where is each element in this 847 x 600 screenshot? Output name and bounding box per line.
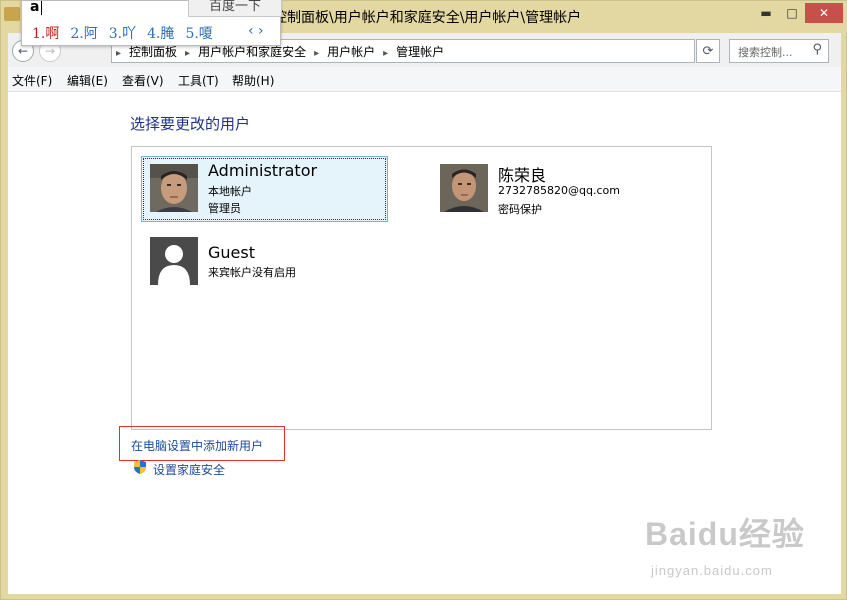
minimize-button[interactable]: ▬ (753, 3, 779, 23)
search-placeholder: 搜索控制... (738, 46, 793, 59)
crumb-user-accounts[interactable]: 用户帐户 (327, 45, 375, 59)
menu-help[interactable]: 帮助(H) (232, 72, 274, 89)
menu-file[interactable]: 文件(F) (12, 72, 52, 89)
account-name: 陈荣良 (498, 166, 547, 185)
ime-candidate[interactable]: 5.嗄 (185, 26, 212, 42)
search-input[interactable]: 搜索控制... ⚲ (729, 39, 829, 63)
account-type: 本地帐户 (208, 185, 252, 198)
ime-candidate[interactable]: 1.啊 (32, 26, 59, 42)
account-name: Administrator (208, 161, 318, 180)
account-name: Guest (208, 243, 255, 262)
menu-tools[interactable]: 工具(T) (178, 72, 219, 89)
refresh-button[interactable]: ⟳ (696, 39, 720, 63)
menu-view[interactable]: 查看(V) (122, 72, 164, 89)
baidu-search-button[interactable]: 百度一下 (188, 0, 282, 17)
crumb-control-panel[interactable]: 控制面板 (129, 45, 177, 59)
account-status: 密码保护 (498, 203, 542, 216)
avatar (150, 164, 198, 212)
refresh-icon: ⟳ (702, 43, 714, 59)
ime-candidate[interactable]: 3.吖 (109, 26, 136, 42)
add-new-user-link[interactable]: 在电脑设置中添加新用户 (131, 437, 263, 454)
crumb-separator-icon: ▸ (383, 48, 389, 59)
account-guest[interactable]: Guest 来宾帐户没有启用 (141, 232, 386, 296)
maximize-button[interactable]: □ (779, 3, 805, 23)
ime-candidate[interactable]: 4.腌 (147, 26, 174, 42)
account-role: 管理员 (208, 202, 241, 215)
search-icon: ⚲ (812, 42, 822, 57)
crumb-separator-icon: ▸ (314, 48, 320, 59)
crumb-manage-accounts[interactable]: 管理帐户 (396, 45, 444, 59)
crumb-separator-icon: ▸ (185, 48, 191, 59)
ime-candidate[interactable]: 2.阿 (70, 26, 97, 42)
family-safety-link[interactable]: 设置家庭安全 (153, 461, 225, 478)
window-title: 控制面板\用户帐户和家庭安全\用户帐户\管理帐户 (273, 10, 582, 26)
account-status: 来宾帐户没有启用 (208, 266, 296, 279)
ime-composition-text: a (30, 0, 40, 15)
back-arrow-icon: ← (17, 44, 29, 58)
account-administrator[interactable]: Administrator 本地帐户 管理员 (141, 156, 388, 222)
account-chen-rongliang[interactable]: 陈荣良 2732785820@qq.com 密码保护 (439, 156, 684, 220)
uac-shield-icon (132, 459, 148, 475)
account-email: 2732785820@qq.com (498, 184, 620, 197)
window-frame: 控制面板\用户帐户和家庭安全\用户帐户\管理帐户 ▬ □ ✕ ← → ▸ 控制面板… (0, 0, 847, 600)
page-title: 选择要更改的用户 (130, 115, 251, 133)
ime-page-arrows-icon[interactable]: ‹ › (248, 23, 264, 39)
crumb-separator-icon: ▸ (116, 48, 122, 59)
ime-candidate-window: a 百度一下 1.啊 2.阿 3.吖 4.腌 5.嗄 ‹ › (21, 0, 282, 46)
accounts-list: Administrator 本地帐户 管理员 陈荣良 2732785820@qq… (131, 146, 712, 430)
crumb-family-safety[interactable]: 用户帐户和家庭安全 (198, 45, 306, 59)
text-cursor (41, 1, 42, 15)
menu-bar: 文件(F) 编辑(E) 查看(V) 工具(T) 帮助(H) (8, 67, 841, 92)
avatar (440, 164, 488, 212)
ime-candidates: 1.啊 2.阿 3.吖 4.腌 5.嗄 (32, 23, 224, 43)
watermark-url: jingyan.baidu.com (651, 563, 773, 578)
forward-arrow-icon: → (44, 44, 56, 58)
watermark-logo: Baidu经验 (645, 516, 805, 552)
close-button[interactable]: ✕ (805, 3, 843, 23)
menu-edit[interactable]: 编辑(E) (67, 72, 108, 89)
baidu-watermark: Baidu经验 (645, 509, 805, 555)
guest-user-icon (150, 237, 198, 285)
control-panel-icon (4, 7, 20, 21)
